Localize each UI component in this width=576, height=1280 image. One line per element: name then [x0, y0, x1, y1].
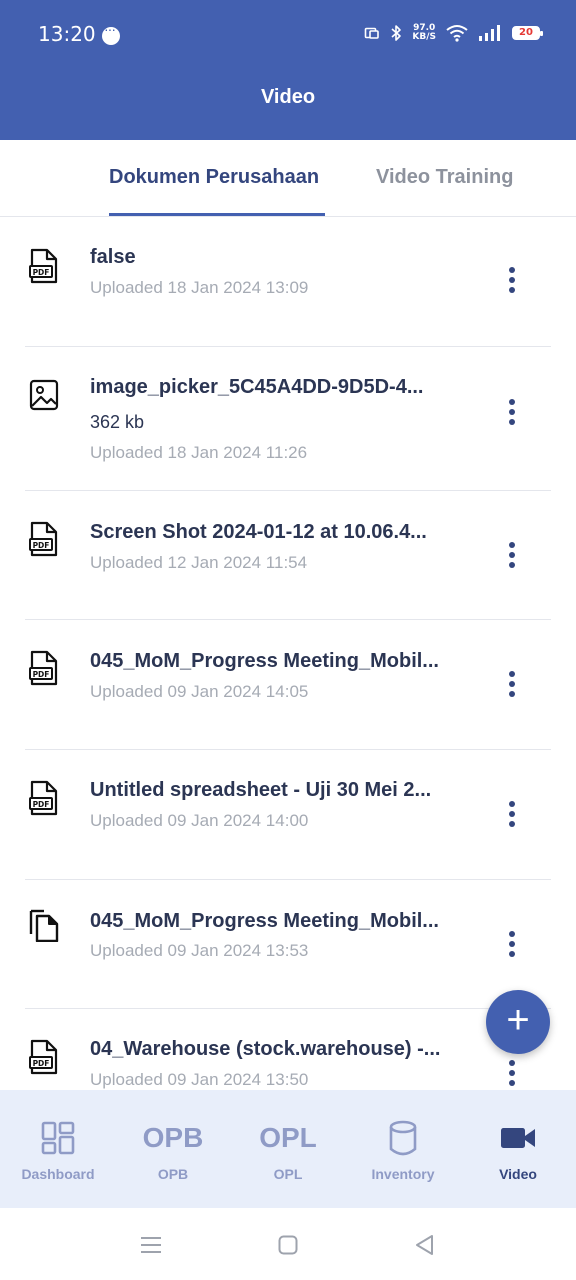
- back-icon[interactable]: [414, 1234, 434, 1256]
- nav-dashboard[interactable]: Dashboard: [0, 1090, 116, 1208]
- opl-text-icon: OPL: [259, 1122, 317, 1153]
- svg-text:PDF: PDF: [33, 800, 50, 809]
- list-item[interactable]: PDF 04_Warehouse (stock.warehouse) -... …: [24, 1009, 550, 1090]
- list-item[interactable]: PDF Screen Shot 2024-01-12 at 10.06.4...…: [24, 491, 550, 620]
- list-item[interactable]: image_picker_5C45A4DD-9D5D-4... 362 kb U…: [24, 347, 550, 490]
- nav-opb[interactable]: OPB OPB: [115, 1090, 231, 1208]
- list-item[interactable]: 045_MoM_Progress Meeting_Mobil... Upload…: [24, 880, 550, 1009]
- file-name: 045_MoM_Progress Meeting_Mobil...: [90, 650, 439, 672]
- upload-date: Uploaded 09 Jan 2024 14:00: [90, 811, 309, 830]
- signal-icon: [479, 25, 500, 41]
- nav-video[interactable]: Video: [460, 1090, 576, 1208]
- tab-indicator: [109, 213, 325, 216]
- pdf-file-icon: PDF: [29, 248, 58, 284]
- pdf-file-icon: PDF: [29, 650, 58, 686]
- file-size: 362 kb: [90, 412, 145, 432]
- more-options-icon[interactable]: [504, 267, 520, 297]
- pdf-file-icon: PDF: [29, 780, 58, 816]
- recent-apps-icon[interactable]: [140, 1236, 162, 1254]
- tab-bar: Dokumen Perusahaan Video Training: [0, 140, 576, 217]
- svg-text:PDF: PDF: [33, 1059, 50, 1068]
- page-title: Video: [260, 86, 316, 108]
- svg-text:PDF: PDF: [33, 268, 50, 277]
- list-item[interactable]: PDF Untitled spreadsheet - Uji 30 Mei 2.…: [24, 750, 550, 879]
- more-options-icon[interactable]: [504, 801, 520, 831]
- nav-label: Inventory: [371, 1166, 435, 1182]
- status-bar: 13:20 97.0 KB/S: [0, 0, 576, 70]
- file-name: false: [90, 246, 136, 268]
- list-item[interactable]: PDF false Uploaded 18 Jan 2024 13:09: [24, 218, 550, 346]
- add-document-button[interactable]: +: [486, 990, 550, 1054]
- nfc-icon: [365, 27, 380, 39]
- image-file-icon: [29, 379, 59, 411]
- status-time: 13:20: [38, 22, 96, 46]
- opb-text-icon: OPB: [142, 1122, 204, 1153]
- file-name: Screen Shot 2024-01-12 at 10.06.4...: [90, 521, 427, 543]
- svg-text:PDF: PDF: [33, 541, 50, 550]
- network-speed: 97.0 KB/S: [412, 23, 436, 42]
- home-icon[interactable]: [278, 1235, 298, 1255]
- battery-icon: 20: [512, 26, 543, 40]
- upload-date: Uploaded 18 Jan 2024 11:26: [90, 443, 308, 462]
- upload-date: Uploaded 18 Jan 2024 13:09: [90, 278, 309, 297]
- file-name: image_picker_5C45A4DD-9D5D-4...: [90, 376, 424, 398]
- bottom-navigation: Dashboard OPB OPB OPL OPL Inventory Vide…: [0, 1090, 576, 1208]
- nav-label: OPB: [157, 1166, 189, 1182]
- more-options-icon[interactable]: [504, 542, 520, 572]
- upload-date: Uploaded 09 Jan 2024 14:05: [90, 682, 309, 701]
- nav-label: Dashboard: [21, 1166, 95, 1182]
- nav-opl[interactable]: OPL OPL: [230, 1090, 346, 1208]
- file-name: Untitled spreadsheet - Uji 30 Mei 2...: [90, 779, 432, 801]
- upload-date: Uploaded 12 Jan 2024 11:54: [90, 553, 308, 572]
- notification-dots-icon: [102, 21, 120, 45]
- nav-label: Video: [499, 1166, 537, 1182]
- video-camera-icon: [501, 1128, 535, 1148]
- file-name: 045_MoM_Progress Meeting_Mobil...: [90, 910, 439, 932]
- upload-date: Uploaded 09 Jan 2024 13:50: [90, 1070, 309, 1089]
- copy-file-icon: [29, 909, 59, 942]
- svg-text:PDF: PDF: [33, 670, 50, 679]
- wifi-icon: [446, 25, 468, 42]
- more-options-icon[interactable]: [504, 399, 520, 429]
- more-options-icon[interactable]: [504, 1060, 520, 1090]
- nav-label: OPL: [273, 1166, 303, 1182]
- tab-dokumen-perusahaan[interactable]: Dokumen Perusahaan: [109, 166, 319, 189]
- system-navigation-bar: [0, 1208, 576, 1280]
- tab-video-training[interactable]: Video Training: [376, 166, 513, 189]
- dashboard-grid-icon: [41, 1121, 75, 1155]
- nav-inventory[interactable]: Inventory: [345, 1090, 461, 1208]
- app-bar: 13:20 97.0 KB/S: [0, 0, 576, 140]
- pdf-file-icon: PDF: [29, 521, 58, 557]
- upload-date: Uploaded 09 Jan 2024 13:53: [90, 941, 309, 960]
- document-list[interactable]: PDF false Uploaded 18 Jan 2024 13:09 ima…: [0, 218, 576, 1090]
- more-options-icon[interactable]: [504, 931, 520, 961]
- list-item[interactable]: PDF 045_MoM_Progress Meeting_Mobil... Up…: [24, 620, 550, 749]
- more-options-icon[interactable]: [504, 671, 520, 701]
- bluetooth-icon: [391, 25, 402, 41]
- pdf-file-icon: PDF: [29, 1039, 58, 1075]
- status-icons: 97.0 KB/S 20: [364, 23, 543, 42]
- file-name: 04_Warehouse (stock.warehouse) -...: [90, 1038, 441, 1060]
- database-icon: [389, 1120, 417, 1156]
